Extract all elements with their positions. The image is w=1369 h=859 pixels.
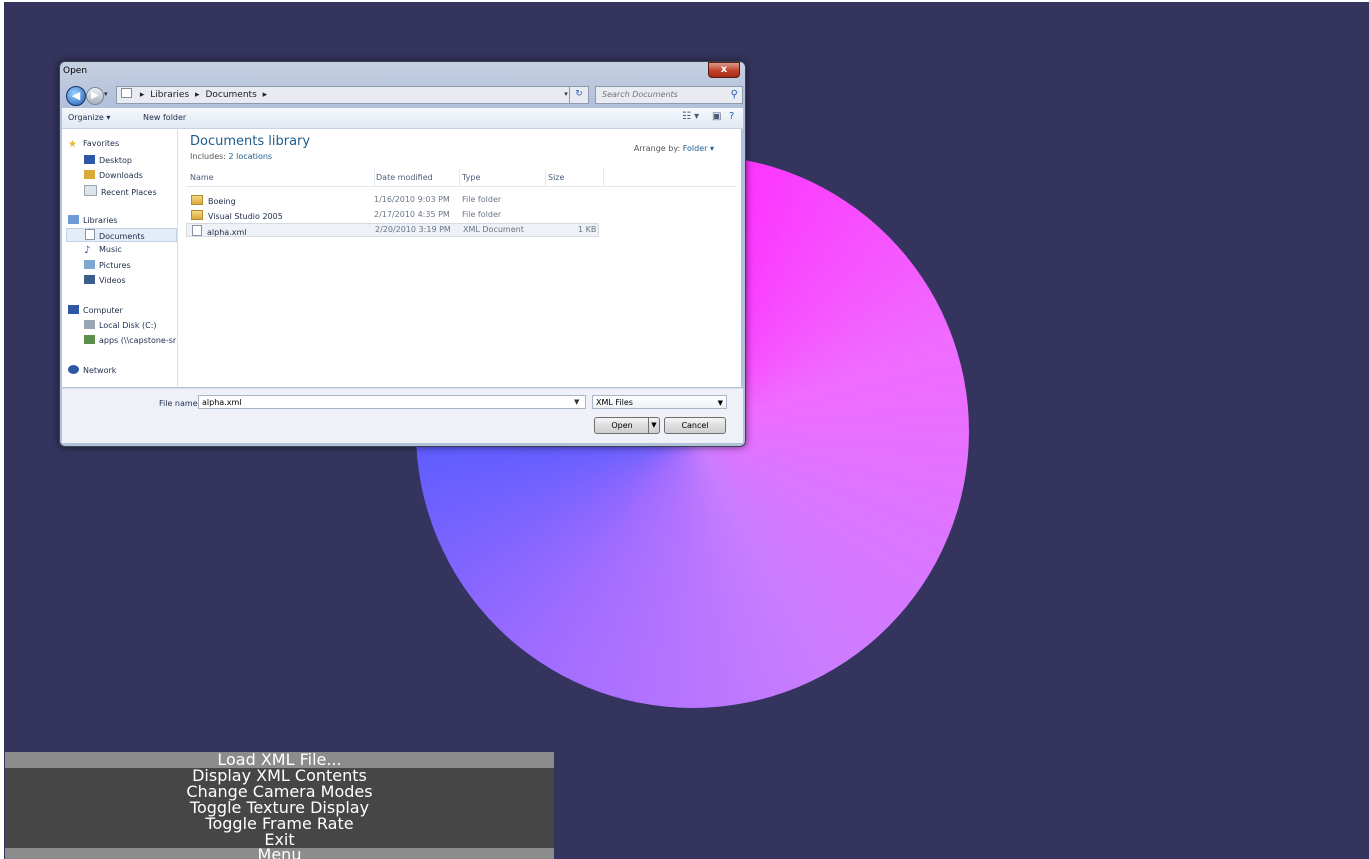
file-type: XML Document [463,225,524,234]
nav-computer[interactable]: Computer [68,305,183,319]
computer-icon [68,305,79,314]
nav-documents[interactable]: Documents [66,228,177,242]
libraries-icon [68,215,79,224]
search-box[interactable]: ⚲ [595,86,743,104]
file-row[interactable]: Boeing 1/16/2010 9:03 PM File folder [186,193,599,207]
organize-button[interactable]: Organize ▾ [68,113,110,122]
forward-button[interactable]: ▶ [86,87,104,105]
app-menu: Load XML File... Display XML Contents Ch… [5,752,554,859]
file-name: Boeing [208,197,236,206]
open-options-dropdown[interactable]: ▼ [648,418,659,433]
help-icon[interactable]: ? [729,111,734,122]
file-size: 1 KB [578,225,597,234]
chevron-right-icon: ▸ [195,90,200,100]
address-bar[interactable]: ▸ Libraries ▸ Documents ▸ [116,86,588,104]
nav-libraries[interactable]: Libraries [68,215,183,229]
network-icon [68,365,79,374]
folder-icon [191,195,203,205]
new-folder-button[interactable]: New folder [143,113,186,122]
command-toolbar: Organize ▾ New folder ☷ ▾ ▣ ? [62,108,743,129]
file-name-input[interactable] [198,395,586,409]
arrange-by-dropdown[interactable]: Folder ▾ [683,144,714,153]
navigation-pane: ★ Favorites Desktop Downloads Recent Plac… [62,129,178,387]
pictures-icon [84,260,95,269]
breadcrumb-documents[interactable]: Documents [205,90,256,100]
folder-icon [191,210,203,220]
file-date: 1/16/2010 9:03 PM [374,195,450,204]
xml-file-icon [192,225,202,236]
nav-network[interactable]: Network [68,365,183,379]
documents-icon [85,229,95,240]
breadcrumb-libraries[interactable]: Libraries [150,90,189,100]
network-drive-icon [84,335,95,344]
window-frame-top [0,0,1369,2]
file-type: File folder [462,195,502,204]
forward-arrow-icon: ▶ [91,90,99,101]
file-name-dropdown-icon[interactable]: ▼ [574,398,579,406]
file-type: File folder [462,210,502,219]
menu-title[interactable]: Menu [5,848,554,859]
nav-favorites[interactable]: ★ Favorites [68,139,183,153]
chevron-down-icon: ▼ [717,399,723,407]
file-date: 2/17/2010 4:35 PM [374,210,450,219]
file-type-select[interactable]: XML Files ▼ [592,395,727,409]
search-input[interactable] [600,89,714,100]
back-button[interactable]: ◀ [66,86,86,106]
file-name: Visual Studio 2005 [208,212,283,221]
cancel-button[interactable]: Cancel [664,417,726,434]
chevron-right-icon: ▸ [139,90,145,100]
preview-pane-icon[interactable]: ▣ [712,111,721,122]
column-header-type[interactable]: Type [460,169,546,186]
recent-pages-dropdown[interactable]: ▾ [104,90,108,98]
close-button[interactable]: x [708,62,740,78]
file-name-label: File name: [159,399,201,408]
search-icon[interactable]: ⚲ [731,87,738,103]
downloads-icon [84,170,95,179]
menu-item-exit[interactable]: Exit [5,832,554,848]
star-icon: ★ [68,139,77,150]
arrange-by: Arrange by: Folder ▾ [633,144,714,153]
dialog-footer: File name: ▼ XML Files ▼ Open ▼ Cancel [62,388,743,443]
library-includes: Includes: 2 locations [190,152,273,161]
open-file-dialog: Open x ◀ ▶ ▾ ▸ Libraries ▸ Documents ▸ ▾… [59,61,746,447]
refresh-icon: ↻ [575,89,583,99]
videos-icon [84,275,95,284]
disk-icon [84,320,95,329]
nav-network-drive[interactable]: apps (\\capstone-sr [84,335,177,349]
chevron-right-icon: ▸ [262,90,268,100]
file-name: alpha.xml [207,228,247,237]
column-header-size[interactable]: Size [546,169,604,186]
locations-link[interactable]: 2 locations [229,152,273,161]
file-row[interactable]: Visual Studio 2005 2/17/2010 4:35 PM Fil… [186,208,599,222]
library-title: Documents library [190,134,311,149]
column-header-name[interactable]: Name [188,169,375,186]
recent-places-icon [84,185,97,196]
window-frame-left [0,0,4,859]
navigation-bar: ◀ ▶ ▾ ▸ Libraries ▸ Documents ▸ ▾ ↻ ⚲ [60,84,745,106]
refresh-button[interactable]: ↻ [569,86,589,104]
open-button[interactable]: Open ▼ [594,417,660,434]
file-date: 2/20/2010 3:19 PM [375,225,451,234]
header-divider [186,186,736,187]
music-icon: ♪ [84,245,91,256]
back-arrow-icon: ◀ [71,89,81,102]
file-list-pane: Documents library Includes: 2 locations … [178,129,741,387]
column-header-date[interactable]: Date modified [374,169,460,186]
dialog-titlebar[interactable]: Open x [60,62,745,82]
change-view-icon[interactable]: ☷ ▾ [682,111,699,122]
dialog-title: Open [63,66,88,76]
folder-icon [121,88,132,98]
desktop-icon [84,155,95,164]
file-row-selected[interactable]: alpha.xml 2/20/2010 3:19 PM XML Document… [186,223,599,237]
